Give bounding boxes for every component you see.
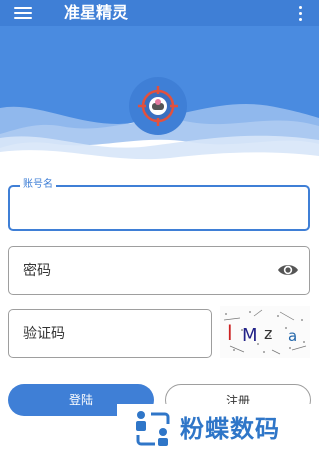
- watermark-logo-icon: [131, 410, 175, 448]
- svg-text:M: M: [242, 325, 258, 346]
- account-label: 账号名: [20, 177, 56, 193]
- captcha-image[interactable]: l M z a: [220, 306, 310, 358]
- hamburger-menu-icon: [14, 7, 32, 9]
- account-field[interactable]: 账号名: [8, 177, 310, 231]
- more-vert-icon[interactable]: [292, 3, 308, 23]
- password-field[interactable]: 密码: [8, 246, 310, 295]
- eye-icon[interactable]: [277, 262, 299, 278]
- watermark: 粉蝶数码: [117, 404, 319, 454]
- hamburger-line: [14, 17, 32, 19]
- svg-text:l: l: [227, 321, 233, 345]
- crosshair-target-icon: [129, 77, 187, 135]
- captcha-field[interactable]: 验证码: [8, 309, 212, 358]
- svg-text:z: z: [264, 324, 272, 343]
- watermark-text: 粉蝶数码: [180, 415, 280, 443]
- password-placeholder: 密码: [23, 263, 51, 279]
- menu-button[interactable]: [14, 4, 34, 22]
- hamburger-line: [14, 12, 32, 14]
- app-bar: 准星精灵: [0, 0, 319, 26]
- app-title: 准星精灵: [64, 3, 129, 22]
- svg-text:a: a: [288, 327, 297, 345]
- captcha-placeholder: 验证码: [23, 326, 65, 342]
